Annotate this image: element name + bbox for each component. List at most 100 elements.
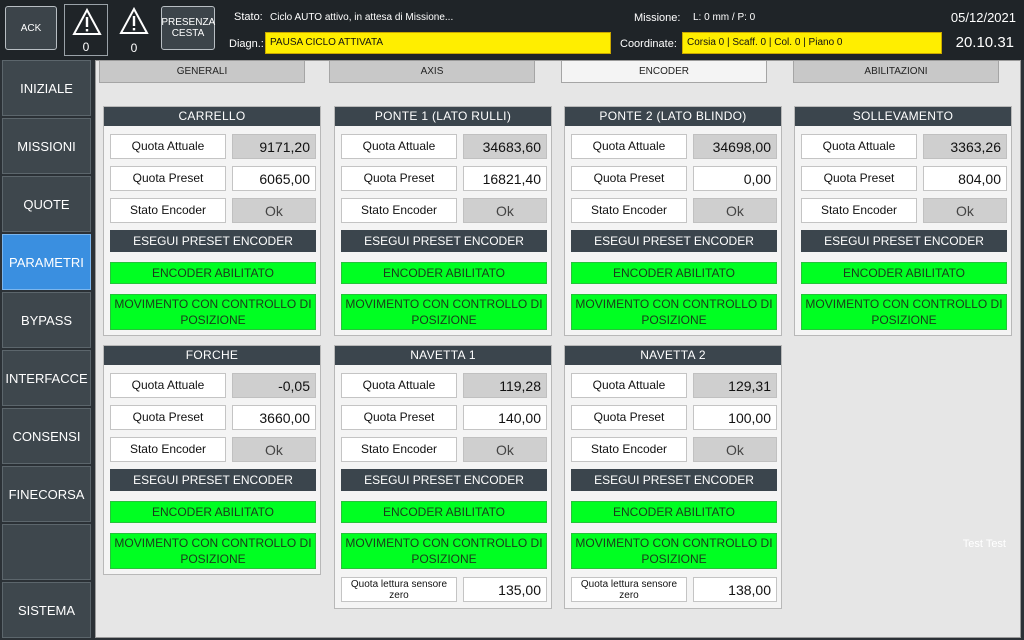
stato-encoder-value: Ok xyxy=(232,198,316,223)
stato-encoder-label: Stato Encoder xyxy=(341,198,457,223)
sidebar-item-parametri[interactable]: PARAMETRI xyxy=(2,234,91,290)
quota-preset-label: Quota Preset xyxy=(341,166,457,191)
time-display: 20.10.31 xyxy=(955,34,1014,51)
sidebar-item-missioni[interactable]: MISSIONI xyxy=(2,118,91,174)
missione-label: Missione: xyxy=(634,12,681,24)
stato-label: Stato: xyxy=(234,11,263,23)
quota-attuale-value: 129,31 xyxy=(693,373,777,398)
encoder-abilitato-button[interactable]: ENCODER ABILITATO xyxy=(341,501,547,523)
panel-carrello: CARRELLO Quota Attuale 9171,20 Quota Pre… xyxy=(103,106,321,336)
coordinate-label: Coordinate: xyxy=(620,38,677,50)
quota-attuale-value: 3363,26 xyxy=(923,134,1007,159)
quota-attuale-value: 9171,20 xyxy=(232,134,316,159)
diagn-label: Diagn.: xyxy=(229,38,264,50)
quota-preset-input[interactable]: 16821,40 xyxy=(463,166,547,191)
panel-ponte1: PONTE 1 (LATO RULLI) Quota Attuale 34683… xyxy=(334,106,552,336)
quota-preset-label: Quota Preset xyxy=(801,166,917,191)
esegui-preset-button[interactable]: ESEGUI PRESET ENCODER xyxy=(571,230,777,252)
coordinate-value: Corsia 0 | Scaff. 0 | Col. 0 | Piano 0 xyxy=(682,32,942,54)
movimento-controllo-button[interactable]: MOVIMENTO CON CONTROLLO DI POSIZIONE xyxy=(341,533,547,569)
tab-encoder[interactable]: ENCODER xyxy=(561,61,767,83)
alarm-count-1: 0 xyxy=(82,40,90,54)
quota-lettura-input[interactable]: 135,00 xyxy=(463,577,547,602)
stato-encoder-label: Stato Encoder xyxy=(110,198,226,223)
quota-attuale-label: Quota Attuale xyxy=(341,373,457,398)
quota-attuale-value: -0,05 xyxy=(232,373,316,398)
alarm-indicator-2[interactable]: 0 xyxy=(112,4,156,56)
quota-preset-input[interactable]: 804,00 xyxy=(923,166,1007,191)
quota-preset-label: Quota Preset xyxy=(571,405,687,430)
stato-encoder-value: Ok xyxy=(463,437,547,462)
presenza-cesta-button[interactable]: PRESENZA CESTA xyxy=(161,6,215,50)
panel-title: NAVETTA 1 xyxy=(335,346,551,365)
ack-button[interactable]: ACK xyxy=(5,6,57,50)
stato-encoder-value: Ok xyxy=(463,198,547,223)
panel-forche: FORCHE Quota Attuale -0,05 Quota Preset … xyxy=(103,345,321,575)
encoder-abilitato-button[interactable]: ENCODER ABILITATO xyxy=(571,501,777,523)
quota-preset-input[interactable]: 6065,00 xyxy=(232,166,316,191)
encoder-abilitato-button[interactable]: ENCODER ABILITATO xyxy=(341,262,547,284)
tab-generali[interactable]: GENERALI xyxy=(99,61,305,83)
sidebar-item-finecorsa[interactable]: FINECORSA xyxy=(2,466,91,522)
stato-encoder-label: Stato Encoder xyxy=(571,437,687,462)
quota-lettura-input[interactable]: 138,00 xyxy=(693,577,777,602)
header-bar: ACK 0 0 PRESENZA CESTA Stato: Ciclo AUTO… xyxy=(0,0,1024,60)
quota-preset-input[interactable]: 140,00 xyxy=(463,405,547,430)
panel-title: NAVETTA 2 xyxy=(565,346,781,365)
panel-navetta1: NAVETTA 1 Quota Attuale 119,28 Quota Pre… xyxy=(334,345,552,609)
stato-encoder-label: Stato Encoder xyxy=(341,437,457,462)
sidebar-item-empty[interactable] xyxy=(2,524,91,580)
encoder-abilitato-button[interactable]: ENCODER ABILITATO xyxy=(110,501,316,523)
esegui-preset-button[interactable]: ESEGUI PRESET ENCODER xyxy=(801,230,1007,252)
panel-title: SOLLEVAMENTO xyxy=(795,107,1011,126)
quota-attuale-label: Quota Attuale xyxy=(110,134,226,159)
quota-lettura-label: Quota lettura sensore zero xyxy=(341,577,457,602)
missione-value: L: 0 mm / P: 0 xyxy=(693,12,756,23)
movimento-controllo-button[interactable]: MOVIMENTO CON CONTROLLO DI POSIZIONE xyxy=(110,294,316,330)
quota-preset-input[interactable]: 0,00 xyxy=(693,166,777,191)
encoder-abilitato-button[interactable]: ENCODER ABILITATO xyxy=(801,262,1007,284)
panel-navetta2: NAVETTA 2 Quota Attuale 129,31 Quota Pre… xyxy=(564,345,782,609)
sidebar-item-interfacce[interactable]: INTERFACCE xyxy=(2,350,91,406)
panel-title: PONTE 1 (LATO RULLI) xyxy=(335,107,551,126)
movimento-controllo-button[interactable]: MOVIMENTO CON CONTROLLO DI POSIZIONE xyxy=(571,533,777,569)
quota-attuale-label: Quota Attuale xyxy=(571,134,687,159)
quota-attuale-label: Quota Attuale xyxy=(801,134,917,159)
sidebar-item-consensi[interactable]: CONSENSI xyxy=(2,408,91,464)
sidebar-item-iniziale[interactable]: INIZIALE xyxy=(2,60,91,116)
watermark-text: Test Test xyxy=(962,538,1006,550)
date-display: 05/12/2021 xyxy=(950,10,1016,25)
warning-icon xyxy=(119,7,149,34)
esegui-preset-button[interactable]: ESEGUI PRESET ENCODER xyxy=(341,469,547,491)
quota-preset-input[interactable]: 3660,00 xyxy=(232,405,316,430)
quota-attuale-value: 119,28 xyxy=(463,373,547,398)
panel-title: FORCHE xyxy=(104,346,320,365)
sidebar-item-sistema[interactable]: SISTEMA xyxy=(2,582,91,638)
tab-abilitazioni[interactable]: ABILITAZIONI xyxy=(793,61,999,83)
esegui-preset-button[interactable]: ESEGUI PRESET ENCODER xyxy=(571,469,777,491)
quota-preset-input[interactable]: 100,00 xyxy=(693,405,777,430)
warning-icon xyxy=(72,8,102,35)
stato-encoder-value: Ok xyxy=(232,437,316,462)
tab-axis[interactable]: AXIS xyxy=(329,61,535,83)
movimento-controllo-button[interactable]: MOVIMENTO CON CONTROLLO DI POSIZIONE xyxy=(110,533,316,569)
encoder-abilitato-button[interactable]: ENCODER ABILITATO xyxy=(571,262,777,284)
alarm-indicator-1[interactable]: 0 xyxy=(64,4,108,56)
quota-attuale-label: Quota Attuale xyxy=(341,134,457,159)
movimento-controllo-button[interactable]: MOVIMENTO CON CONTROLLO DI POSIZIONE xyxy=(341,294,547,330)
encoder-abilitato-button[interactable]: ENCODER ABILITATO xyxy=(110,262,316,284)
esegui-preset-button[interactable]: ESEGUI PRESET ENCODER xyxy=(110,469,316,491)
sidebar-item-quote[interactable]: QUOTE xyxy=(2,176,91,232)
esegui-preset-button[interactable]: ESEGUI PRESET ENCODER xyxy=(341,230,547,252)
esegui-preset-button[interactable]: ESEGUI PRESET ENCODER xyxy=(110,230,316,252)
quota-preset-label: Quota Preset xyxy=(571,166,687,191)
stato-encoder-label: Stato Encoder xyxy=(801,198,917,223)
movimento-controllo-button[interactable]: MOVIMENTO CON CONTROLLO DI POSIZIONE xyxy=(571,294,777,330)
movimento-controllo-button[interactable]: MOVIMENTO CON CONTROLLO DI POSIZIONE xyxy=(801,294,1007,330)
stato-encoder-value: Ok xyxy=(693,198,777,223)
quota-attuale-value: 34683,60 xyxy=(463,134,547,159)
quota-preset-label: Quota Preset xyxy=(341,405,457,430)
sidebar-nav: INIZIALE MISSIONI QUOTE PARAMETRI BYPASS… xyxy=(0,60,91,640)
sidebar-item-bypass[interactable]: BYPASS xyxy=(2,292,91,348)
diagn-value: PAUSA CICLO ATTIVATA xyxy=(265,32,611,54)
